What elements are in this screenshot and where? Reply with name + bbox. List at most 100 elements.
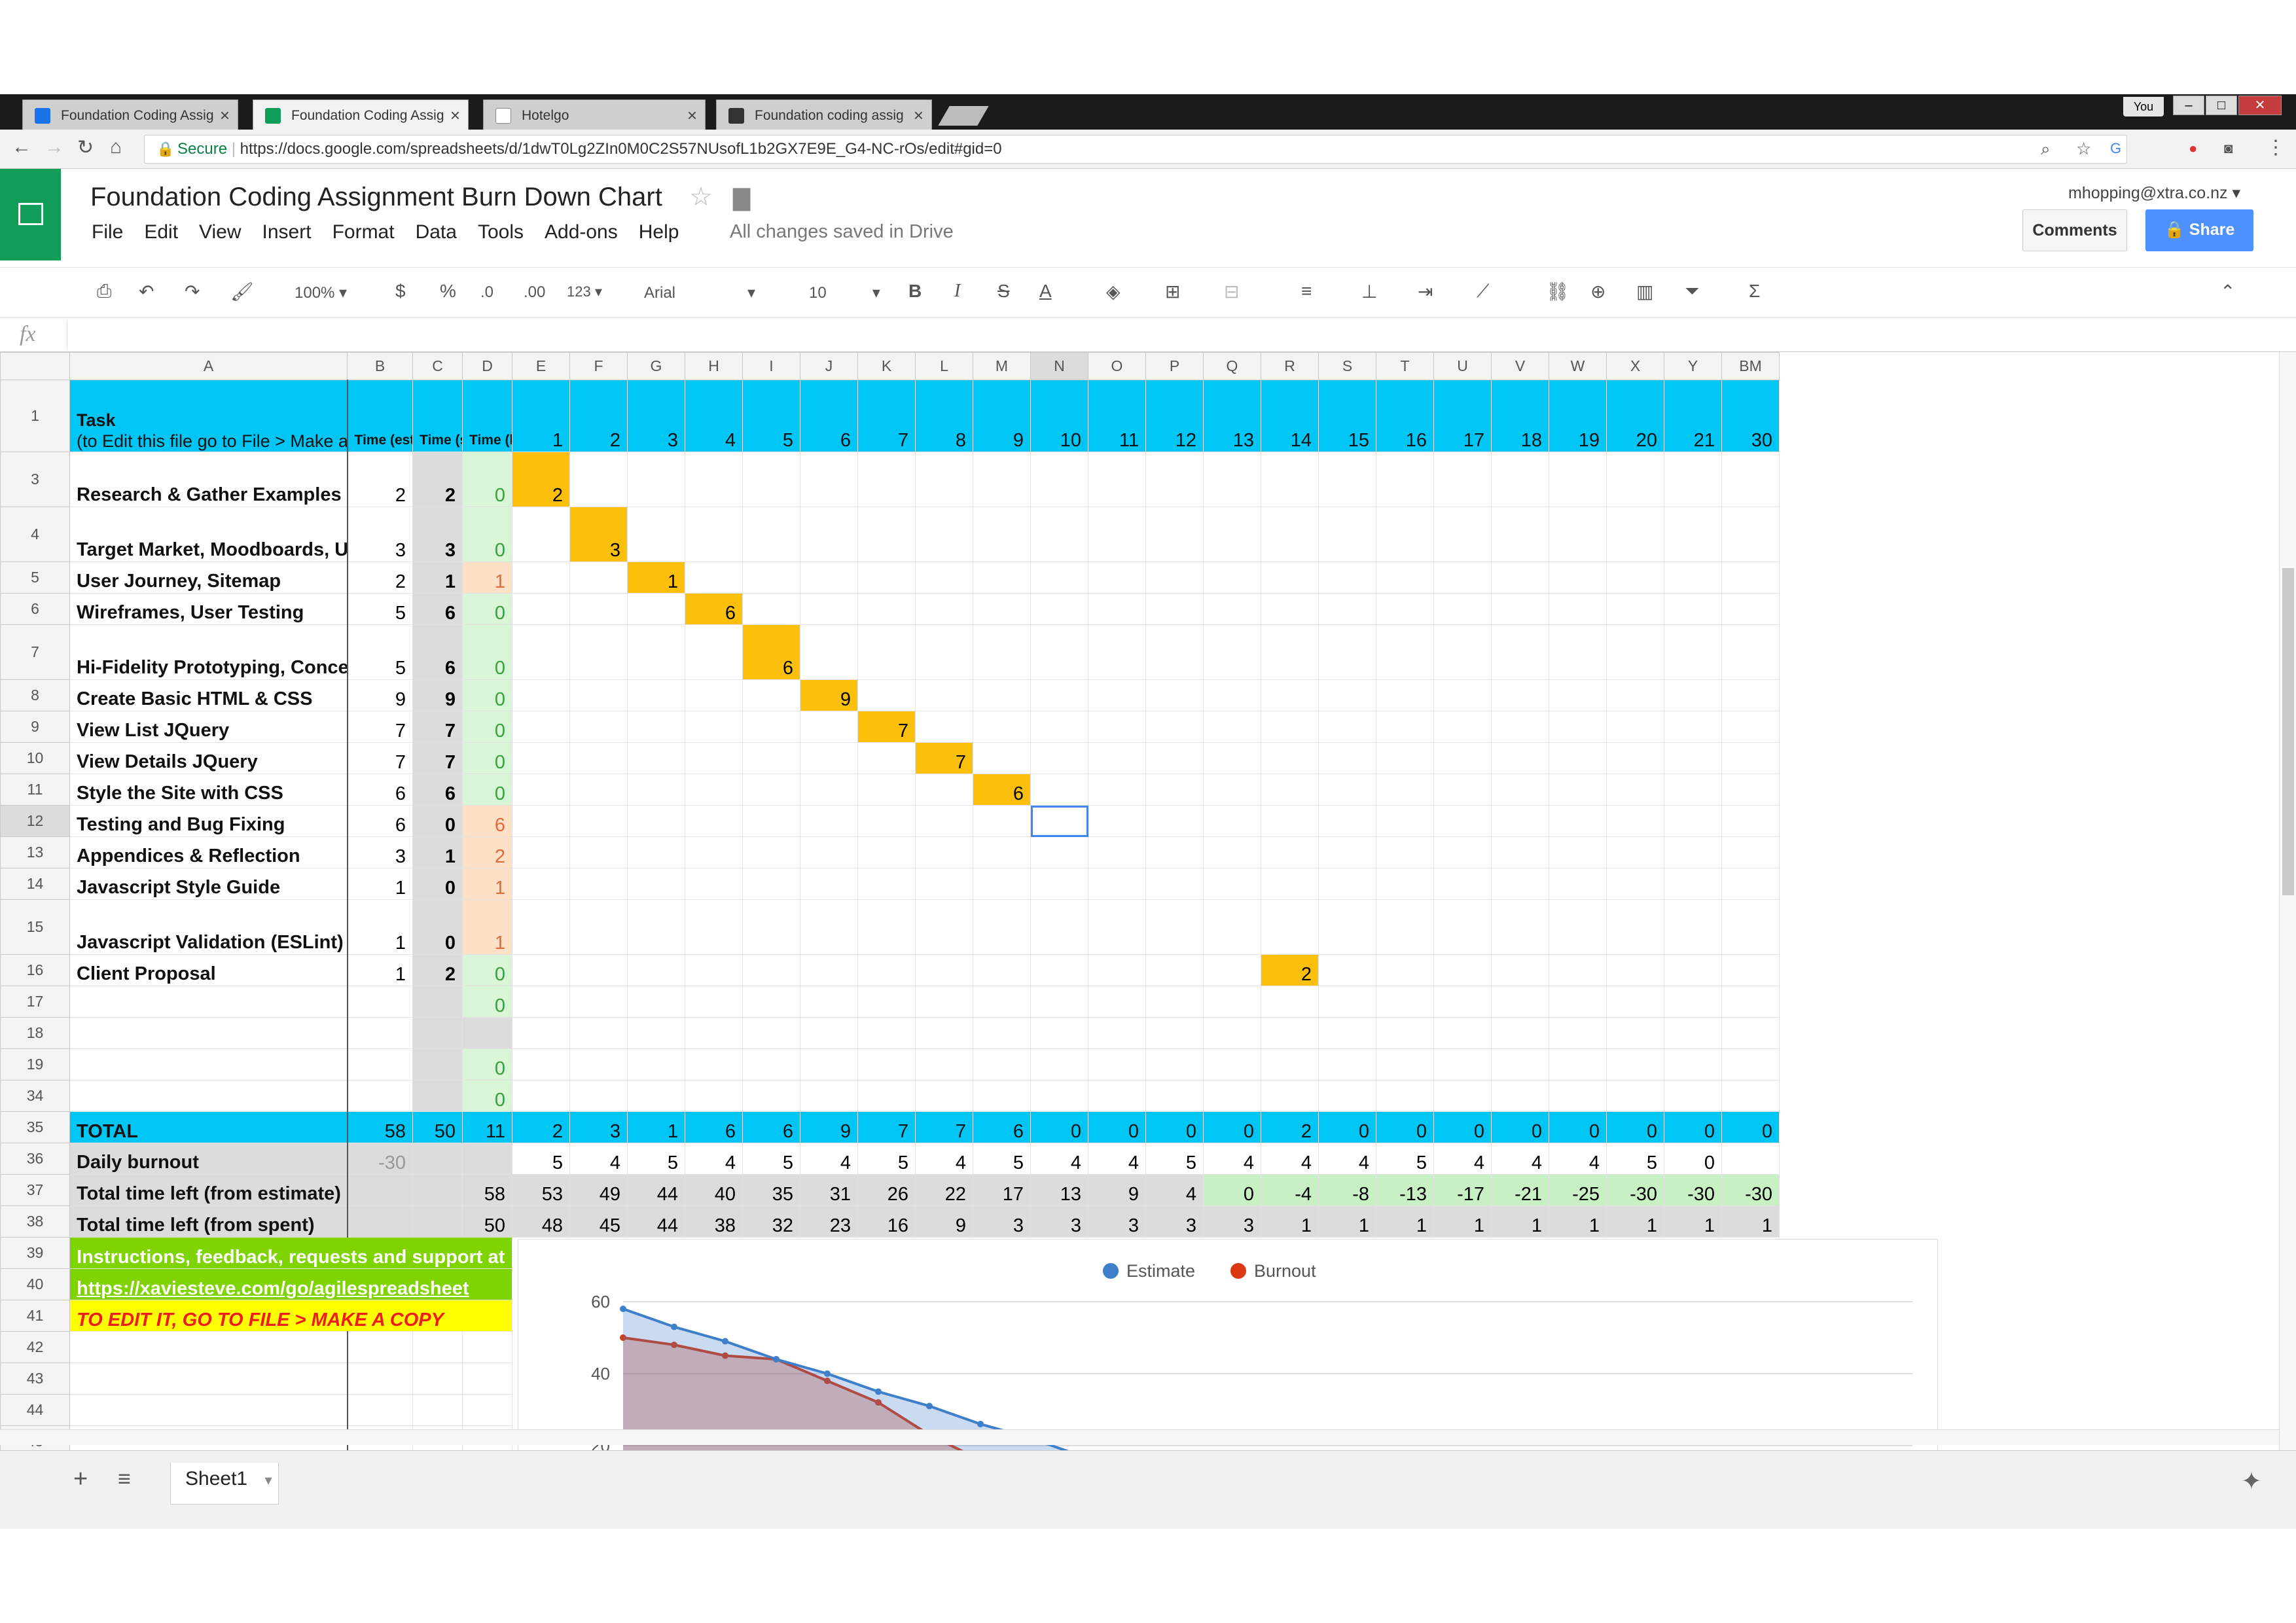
time-left-day-cell[interactable]: 9 (1088, 1174, 1146, 1206)
day-cell[interactable] (569, 742, 628, 774)
empty-cell[interactable] (69, 1331, 348, 1363)
day-cell[interactable] (1376, 899, 1434, 955)
burnout-day-cell[interactable]: 5 (1606, 1143, 1664, 1175)
time-spent-cell[interactable]: 0 (412, 868, 463, 900)
day-cell[interactable] (627, 805, 685, 837)
day-cell[interactable] (1318, 1017, 1376, 1049)
day-cell[interactable] (569, 836, 628, 868)
time-left-cell[interactable]: 1 (462, 562, 512, 594)
day-cell[interactable] (1261, 711, 1319, 743)
header-time-left[interactable]: Time (left) (462, 380, 512, 452)
time-left-day-cell[interactable]: 44 (627, 1174, 685, 1206)
day-cell[interactable] (685, 774, 743, 806)
day-cell[interactable] (1203, 899, 1261, 955)
day-cell[interactable] (742, 742, 800, 774)
time-left-day-cell[interactable]: -30 (1721, 1174, 1780, 1206)
day-cell[interactable] (685, 679, 743, 711)
support-link[interactable]: https://xaviesteve.com/go/agilespreadshe… (77, 1278, 469, 1299)
column-header-y[interactable]: Y (1664, 352, 1722, 380)
day-cell[interactable] (1030, 954, 1088, 986)
time-estimated-cell[interactable] (346, 1048, 413, 1080)
day-cell[interactable] (685, 562, 743, 594)
row-header-7[interactable]: 7 (0, 624, 70, 680)
day-cell[interactable] (1433, 986, 1492, 1018)
day-cell[interactable] (1433, 624, 1492, 680)
day-cell[interactable] (1376, 1017, 1434, 1049)
row-header-44[interactable]: 44 (0, 1394, 70, 1426)
day-cell[interactable] (569, 452, 628, 507)
day-cell[interactable] (1549, 954, 1607, 986)
borders-icon[interactable]: ⊞ (1165, 281, 1180, 302)
day-cell[interactable] (1261, 593, 1319, 625)
row-header-14[interactable]: 14 (0, 868, 70, 900)
time-estimated-cell[interactable] (346, 1080, 413, 1112)
day-cell[interactable] (685, 624, 743, 680)
day-cell[interactable] (1030, 836, 1088, 868)
day-cell[interactable] (1664, 711, 1722, 743)
header-day-cell[interactable]: 1 (512, 380, 570, 452)
share-button[interactable]: 🔒 Share (2145, 209, 2253, 251)
time-left-cell[interactable]: 0 (462, 742, 512, 774)
day-cell[interactable] (627, 899, 685, 955)
time-left-day-cell[interactable]: 3 (1203, 1205, 1261, 1238)
day-cell[interactable] (973, 507, 1031, 562)
row-header-1[interactable]: 1 (0, 380, 70, 452)
burnout-day-cell[interactable]: 5 (512, 1143, 570, 1175)
day-cell[interactable] (973, 868, 1031, 900)
time-left-cell[interactable]: 0 (462, 986, 512, 1018)
time-left-day-cell[interactable]: 3 (973, 1205, 1031, 1238)
day-cell[interactable] (1433, 507, 1492, 562)
day-cell[interactable] (1145, 774, 1204, 806)
tab-4[interactable]: Foundation coding assig × (716, 99, 932, 130)
day-cell[interactable] (742, 452, 800, 507)
row-header-11[interactable]: 11 (0, 774, 70, 806)
header-day-cell[interactable]: 6 (800, 380, 858, 452)
day-cell[interactable] (1088, 452, 1146, 507)
time-spent-cell[interactable]: 1 (412, 562, 463, 594)
day-cell[interactable] (1433, 899, 1492, 955)
day-cell[interactable] (857, 899, 916, 955)
day-cell[interactable] (1549, 899, 1607, 955)
day-cell[interactable] (1549, 593, 1607, 625)
day-cell[interactable] (569, 774, 628, 806)
day-cell[interactable] (1664, 452, 1722, 507)
time-spent-cell[interactable]: 7 (412, 742, 463, 774)
time-left-day-cell[interactable]: 17 (973, 1174, 1031, 1206)
day-cell[interactable] (685, 954, 743, 986)
filter-icon[interactable]: ⏷ (1685, 281, 1699, 302)
time-estimated-cell[interactable]: 1 (346, 899, 413, 955)
day-cell[interactable] (1721, 774, 1780, 806)
day-cell[interactable] (1549, 679, 1607, 711)
day-cell[interactable] (800, 1080, 858, 1112)
align-vertical-icon[interactable]: ⊥ (1361, 281, 1377, 302)
day-cell[interactable] (1261, 805, 1319, 837)
day-cell[interactable] (512, 624, 570, 680)
empty-cell[interactable] (462, 1363, 512, 1395)
burnout-day-cell[interactable]: 4 (1549, 1143, 1607, 1175)
day-cell[interactable] (1433, 679, 1492, 711)
day-cell[interactable] (1664, 562, 1722, 594)
time-left-day-cell[interactable]: -4 (1261, 1174, 1319, 1206)
increase-decimal-button[interactable]: .00 (524, 283, 545, 302)
day-cell[interactable] (915, 1080, 973, 1112)
time-left-day-cell[interactable]: 53 (512, 1174, 570, 1206)
total-day-cell[interactable]: 6 (742, 1111, 800, 1143)
day-cell[interactable] (1491, 868, 1549, 900)
time-left-cell[interactable] (462, 1017, 512, 1049)
time-left-day-cell[interactable]: -13 (1376, 1174, 1434, 1206)
header-day-cell[interactable]: 3 (627, 380, 685, 452)
day-cell[interactable] (1203, 954, 1261, 986)
day-cell[interactable] (1203, 1017, 1261, 1049)
time-estimated-cell[interactable]: 3 (346, 836, 413, 868)
total-day-cell[interactable]: 2 (512, 1111, 570, 1143)
time-left-b[interactable] (346, 1174, 413, 1206)
day-cell[interactable] (1261, 899, 1319, 955)
day-cell[interactable] (1376, 679, 1434, 711)
time-left-cell[interactable]: 0 (462, 1080, 512, 1112)
day-cell[interactable] (1088, 1017, 1146, 1049)
menu-insert[interactable]: Insert (262, 221, 312, 243)
day-cell[interactable] (973, 452, 1031, 507)
reload-icon[interactable]: ↻ (77, 136, 94, 159)
day-cell[interactable] (973, 1080, 1031, 1112)
day-cell[interactable] (1203, 452, 1261, 507)
